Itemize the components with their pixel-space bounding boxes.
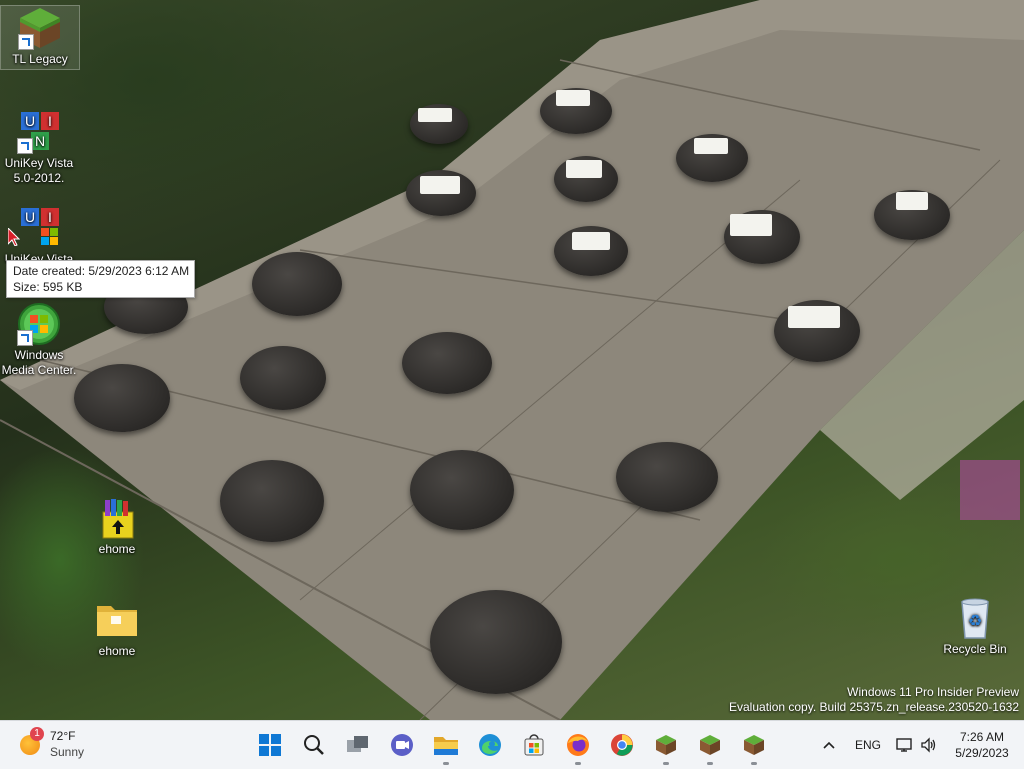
unikey-icon: UI	[17, 206, 61, 250]
edge-icon	[479, 734, 501, 756]
svg-text:♻: ♻	[968, 611, 982, 630]
minecraft-button-2[interactable]	[694, 729, 726, 765]
speaker-icon	[921, 737, 936, 753]
language-indicator[interactable]: ENG	[855, 721, 881, 769]
minecraft-icon	[744, 735, 764, 755]
shortcut-arrow-icon	[18, 34, 34, 50]
weather-temp: 72°F	[50, 729, 76, 743]
task-view-button[interactable]	[342, 729, 374, 761]
desktop-icon-label: ehome	[98, 644, 136, 658]
folder-icon	[95, 598, 139, 642]
taskbar: 1 72°F Sunny ENG 7:26 AM 5/29/2023	[0, 720, 1024, 769]
running-indicator	[707, 762, 713, 765]
wallpaper-cake	[220, 460, 324, 542]
svg-text:U: U	[25, 209, 35, 225]
wallpaper-paper	[572, 232, 610, 250]
desktop-icon-windows-media-center[interactable]: Windows Media Center.	[0, 302, 78, 378]
chevron-up-icon	[823, 741, 835, 749]
svg-text:I: I	[48, 113, 52, 129]
wallpaper-paper	[556, 90, 590, 106]
wallpaper-cake	[616, 442, 718, 512]
evaluation-watermark: Windows 11 Pro Insider Preview Evaluatio…	[729, 685, 1019, 715]
wallpaper-cake	[252, 252, 342, 316]
start-icon	[259, 734, 281, 756]
minecraft-button-3[interactable]	[738, 729, 770, 765]
wallpaper-paper	[788, 306, 840, 328]
tooltip-size: Size: 595 KB	[13, 280, 83, 294]
winrar-archive-icon	[95, 496, 139, 540]
minecraft-icon	[18, 6, 62, 50]
minecraft-icon	[656, 735, 676, 755]
meet-button[interactable]	[386, 729, 418, 761]
file-explorer-icon	[434, 737, 458, 755]
running-indicator	[751, 762, 757, 765]
svg-text:U: U	[25, 113, 35, 129]
clock-time: 7:26 AM	[959, 730, 1005, 744]
task-view-icon	[347, 736, 368, 752]
desktop-icon-label: Recycle Bin	[943, 642, 1007, 656]
show-hidden-icons-button[interactable]	[818, 721, 840, 769]
watermark-edition: Windows 11 Pro Insider Preview	[847, 685, 1019, 699]
desktop-icon-label: Windows Media Center.	[1, 348, 77, 377]
desktop-icon-ehome-folder[interactable]: ehome	[78, 598, 156, 659]
desktop-icon-tl-legacy[interactable]: TL Legacy	[0, 5, 80, 70]
shortcut-arrow-icon	[17, 138, 33, 154]
windows-media-center-icon	[17, 302, 61, 346]
weather-widget[interactable]: 1 72°F Sunny	[16, 727, 96, 763]
file-explorer-button[interactable]	[430, 729, 462, 765]
minecraft-button-1[interactable]	[650, 729, 682, 765]
edge-button[interactable]	[474, 729, 506, 761]
tooltip-date-created: Date created: 5/29/2023 6:12 AM	[13, 264, 190, 278]
recycle-bin-icon: ♻	[953, 596, 997, 640]
search-button[interactable]	[298, 729, 330, 761]
shortcut-arrow-icon	[17, 330, 33, 346]
wallpaper-paper	[730, 214, 772, 236]
wallpaper-paper	[694, 138, 728, 154]
wallpaper-cake	[410, 450, 514, 530]
desktop-icon-unikey-vista-2012[interactable]: UIN UniKey Vista 5.0-2012.	[0, 110, 78, 186]
store-button[interactable]	[518, 729, 550, 761]
wallpaper-paper	[420, 176, 460, 194]
meet-icon	[391, 734, 413, 756]
desktop-icon-label: TL Legacy	[12, 52, 68, 66]
desktop-icon-label: UniKey Vista 5.0-2012.	[4, 156, 74, 185]
desktop-background[interactable]: TL Legacy UIN UniKey Vista 5.0-2012. UI …	[0, 0, 1024, 720]
weather-condition: Sunny	[50, 745, 85, 759]
search-icon	[304, 735, 324, 755]
clock[interactable]: 7:26 AM 5/29/2023	[950, 721, 1014, 769]
wallpaper-paper	[566, 160, 602, 178]
network-status-button[interactable]	[896, 721, 914, 769]
wallpaper-cake	[402, 332, 492, 394]
clock-date: 5/29/2023	[955, 746, 1009, 760]
wallpaper-paper	[896, 192, 928, 210]
wallpaper-cake	[74, 364, 170, 432]
wallpaper-cake	[430, 590, 562, 694]
minecraft-icon	[700, 735, 720, 755]
firefox-icon	[567, 734, 589, 756]
svg-text:N: N	[35, 133, 45, 149]
desktop-icon-recycle-bin[interactable]: ♻ Recycle Bin	[936, 596, 1014, 657]
volume-button[interactable]	[920, 721, 938, 769]
svg-text:I: I	[48, 209, 52, 225]
file-info-tooltip: Date created: 5/29/2023 6:12 AM Size: 59…	[6, 260, 196, 298]
chrome-button[interactable]	[606, 729, 638, 761]
desktop-icon-ehome-archive[interactable]: ehome	[78, 496, 156, 557]
firefox-button[interactable]	[562, 729, 594, 765]
unikey-icon: UIN	[17, 110, 61, 154]
desktop-icon-label: ehome	[98, 542, 136, 556]
chrome-icon	[611, 734, 633, 756]
network-icon	[896, 738, 912, 752]
running-indicator	[663, 762, 669, 765]
running-indicator	[443, 762, 449, 765]
cursor-pointer-icon	[8, 228, 20, 246]
start-button[interactable]	[254, 729, 286, 761]
wallpaper-paper	[418, 108, 452, 122]
weather-badge: 1	[30, 727, 44, 741]
wallpaper-cake	[240, 346, 326, 410]
watermark-build: Evaluation copy. Build 25375.zn_release.…	[729, 700, 1019, 714]
running-indicator	[575, 762, 581, 765]
store-icon	[524, 734, 544, 756]
